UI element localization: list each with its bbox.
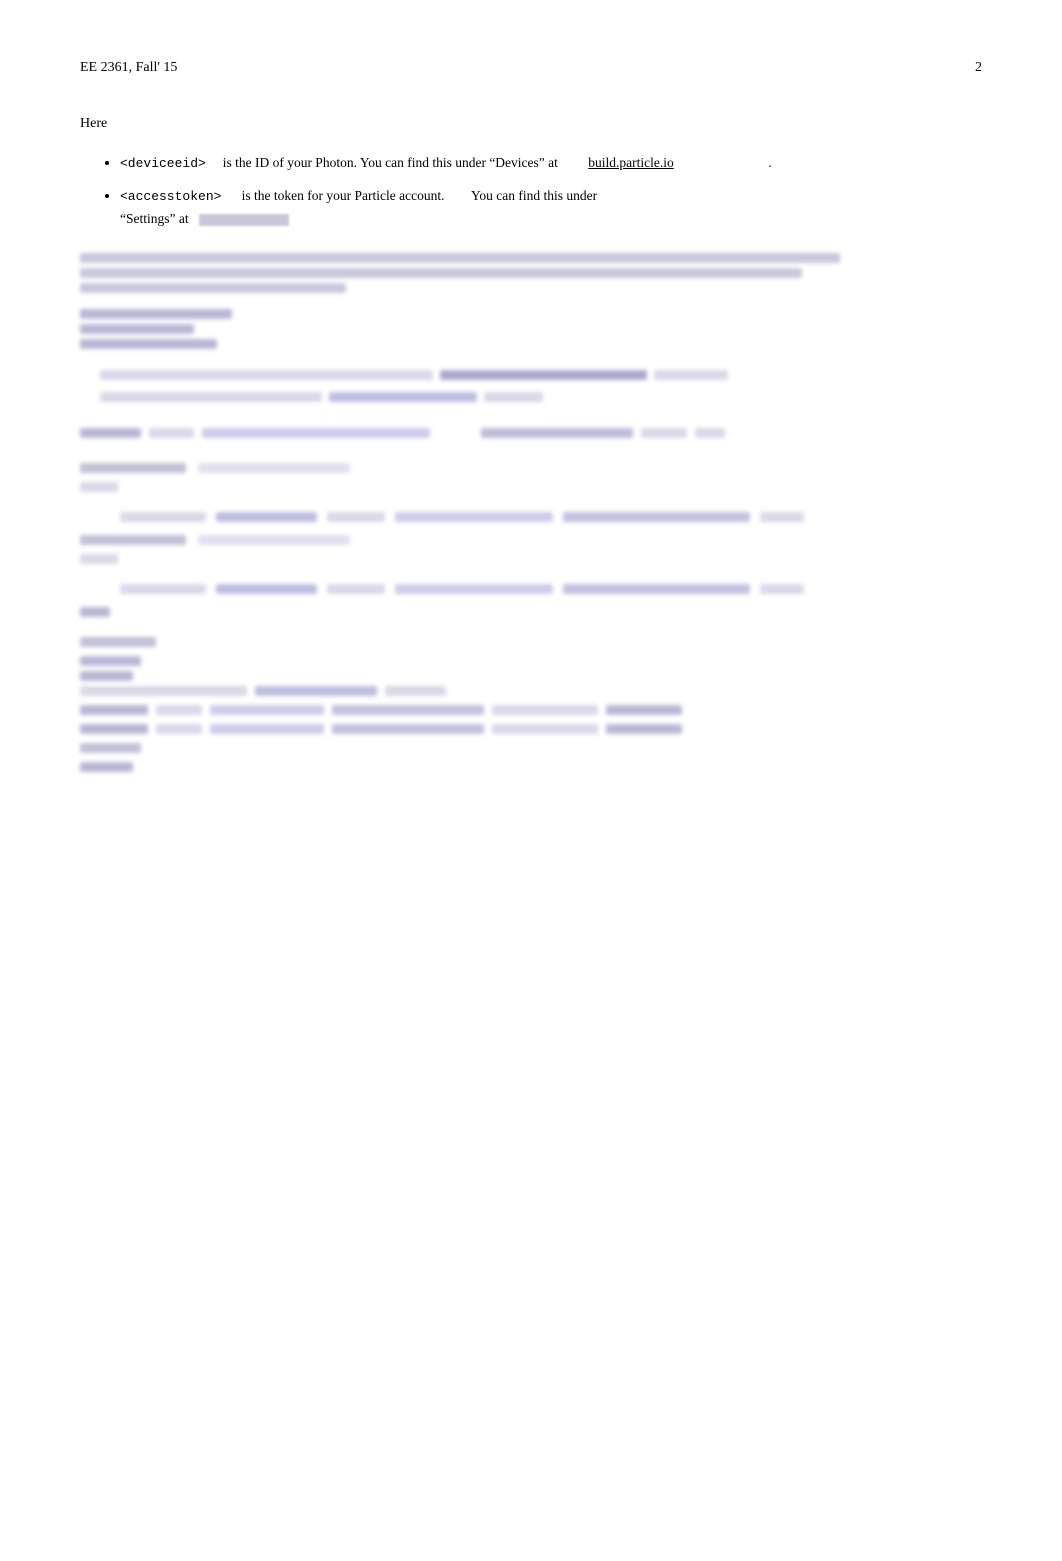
var-line-2 — [80, 324, 194, 334]
bottom-combo-3 — [385, 686, 446, 696]
blurred-single-line — [80, 427, 840, 443]
indent2-part-1a — [120, 584, 206, 594]
bottom-var-2 — [80, 656, 141, 666]
var-line-1 — [80, 309, 232, 319]
deviceid-link[interactable]: build.particle.io — [588, 155, 673, 170]
indent-part-1d — [395, 512, 553, 522]
bottom-row2-1 — [80, 705, 148, 715]
blurred-bottom-code — [80, 637, 840, 777]
closing-bracket — [80, 607, 840, 617]
indent2-part-1c — [327, 584, 385, 594]
single-var-1 — [80, 428, 141, 438]
find-this-under-text: You can find this under — [471, 188, 597, 203]
bottom-row2-2 — [156, 705, 202, 715]
bottom-combo-1 — [80, 686, 247, 696]
indent-part-1a — [120, 512, 206, 522]
bottom-row3-1 — [80, 724, 148, 734]
bottom-row2-3 — [210, 705, 324, 715]
bottom-row2-6 — [606, 705, 682, 715]
indent2-part-1b — [216, 584, 317, 594]
bottom-row3-3 — [210, 724, 324, 734]
indent2-part-1f — [760, 584, 803, 594]
comment-line-2b — [484, 392, 543, 402]
indent-part-1c — [327, 512, 385, 522]
indent-part-1e — [563, 512, 750, 522]
comment-line-end — [654, 370, 728, 380]
sec-label-4 — [198, 535, 350, 545]
code-vars-section — [80, 309, 840, 349]
settings-label: “Settings” at — [120, 211, 189, 226]
single-tail-1 — [641, 428, 687, 438]
blurred-indent-block-1 — [120, 512, 840, 527]
single-long-1 — [202, 428, 430, 438]
bottom-end-2 — [80, 762, 133, 772]
page-number: 2 — [975, 60, 982, 76]
deviceid-desc: is the ID of your Photon. You can find t… — [223, 155, 558, 170]
bullet-list: <deviceeid> is the ID of your Photon. Yo… — [80, 152, 840, 229]
single-dot-1 — [695, 428, 725, 438]
indent2-part-1d — [395, 584, 553, 594]
code-comment-section — [80, 369, 840, 407]
blurred-section-labels-2 — [80, 535, 840, 564]
highlight-2 — [329, 392, 477, 402]
blurred-intro-section — [80, 253, 840, 293]
bottom-var-3 — [80, 671, 133, 681]
indent-part-1f — [760, 512, 803, 522]
blurred-intro-line-2 — [80, 268, 802, 278]
section-label: Here — [80, 116, 840, 132]
blurred-intro-line-3 — [80, 283, 346, 293]
comment-line-1 — [100, 370, 433, 380]
bottom-var-1 — [80, 637, 156, 647]
sec-short — [80, 482, 118, 492]
accesstoken-desc: is the token for your Particle account. — [242, 188, 445, 203]
sec-short-2 — [80, 554, 118, 564]
bottom-row3-4 — [332, 724, 484, 734]
bottom-row3-2 — [156, 724, 202, 734]
sec-label-3 — [80, 535, 186, 545]
bottom-combo-2 — [255, 686, 377, 696]
deviceid-tag: <deviceeid> — [120, 156, 206, 171]
redacted-link — [199, 214, 289, 226]
sec-label-2 — [198, 463, 350, 473]
bullet-accesstoken: <accesstoken> is the token for your Part… — [120, 185, 840, 229]
bottom-row2-4 — [332, 705, 484, 715]
comment-line-2 — [100, 392, 322, 402]
highlight-1 — [440, 370, 647, 380]
single-hl-1 — [481, 428, 633, 438]
bottom-row2-5 — [492, 705, 598, 715]
blurred-intro-line-1 — [80, 253, 840, 263]
indent-part-1b — [216, 512, 317, 522]
blurred-section-labels — [80, 463, 840, 492]
bottom-row3-5 — [492, 724, 598, 734]
bottom-row3-6 — [606, 724, 682, 734]
accesstoken-tag: <accesstoken> — [120, 189, 221, 204]
var-line-3 — [80, 339, 217, 349]
bottom-end-1 — [80, 743, 141, 753]
header-course: EE 2361, Fall' 15 — [80, 60, 177, 76]
single-comment-1 — [149, 428, 195, 438]
bracket-line — [80, 607, 110, 617]
indent2-part-1e — [563, 584, 750, 594]
sec-label-1 — [80, 463, 186, 473]
bullet-deviceid: <deviceeid> is the ID of your Photon. Yo… — [120, 152, 840, 175]
blurred-indent-block-2 — [120, 584, 840, 599]
